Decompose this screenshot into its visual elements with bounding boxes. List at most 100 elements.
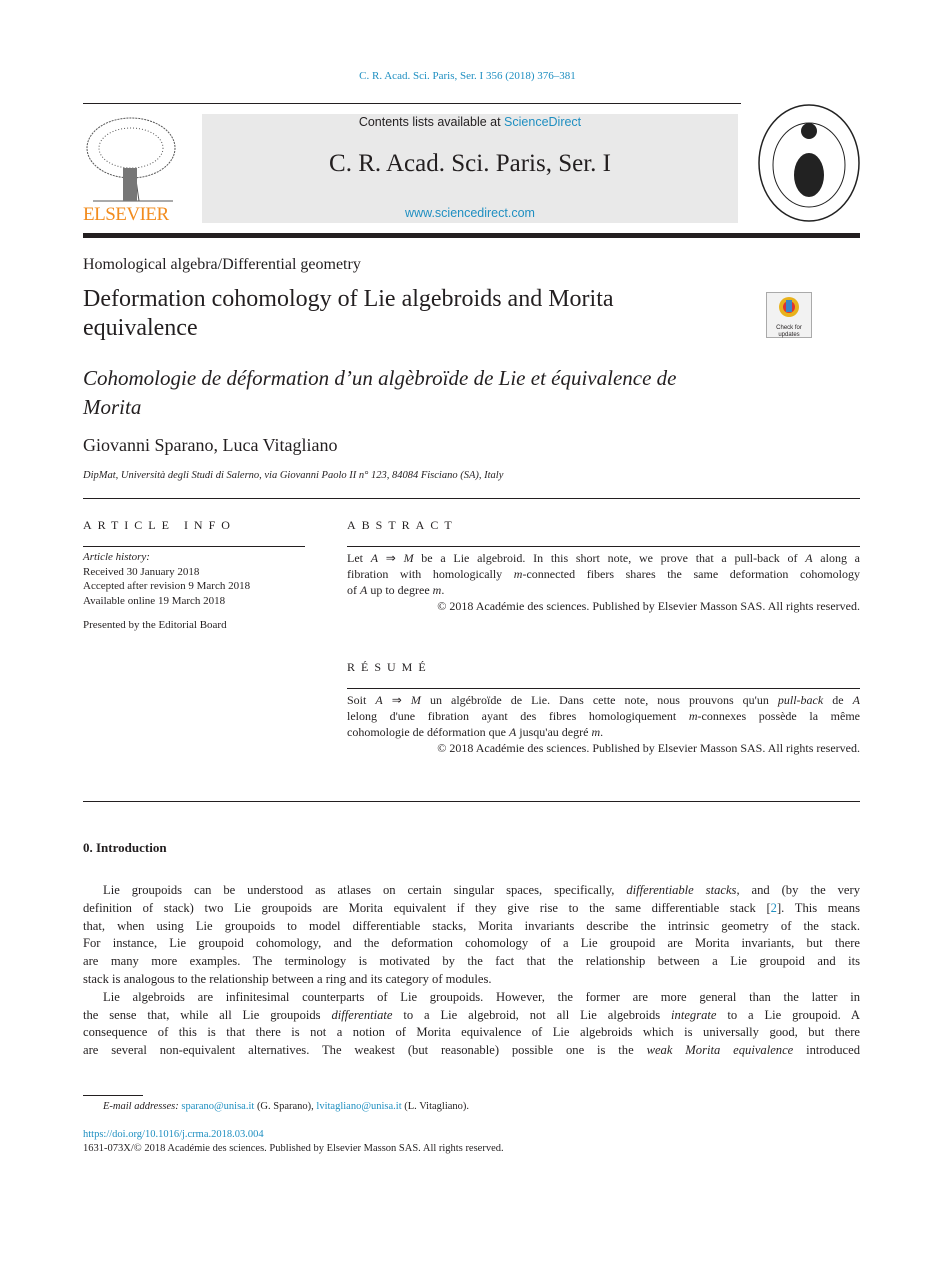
article-history: Article history: Received 30 January 201…	[83, 550, 250, 633]
elsevier-tree-logo	[86, 117, 176, 202]
title-line: Deformation cohomology of Lie algebroids…	[83, 286, 614, 312]
check-updates-label: Check for updates	[776, 325, 802, 338]
presented-by: Presented by the Editorial Board	[83, 619, 227, 631]
rights-statement: 1631-073X/© 2018 Académie des sciences. …	[83, 1143, 504, 1154]
italic-run: A	[852, 693, 860, 707]
text-run: , and (by the very	[736, 883, 861, 897]
text-run: lelong d'une fibration ayant des fibres …	[347, 709, 689, 723]
text-run: up to degree	[367, 583, 433, 597]
divider	[347, 546, 860, 547]
text-run: un algébroïde de Lie. Dans cette note, n…	[420, 693, 778, 707]
received-date: Received 30 January 2018	[83, 565, 200, 578]
italic-run: M	[403, 551, 414, 565]
sciencedirect-link[interactable]: ScienceDirect	[504, 115, 581, 129]
doi-link[interactable]: https://doi.org/10.1016/j.crma.2018.03.0…	[83, 1129, 264, 1140]
accepted-date: Accepted after revision 9 March 2018	[83, 580, 251, 592]
title-line: equivalence	[83, 315, 198, 341]
text-run: Let	[347, 551, 371, 565]
text-run: consequence of this is that there is not…	[83, 1025, 860, 1040]
history-label: Article history:	[83, 551, 150, 563]
text-run: Lie algebroids are infinitesimal counter…	[103, 989, 860, 1004]
email-label: E-mail addresses:	[103, 1101, 179, 1112]
text-run: ⇒	[378, 551, 404, 565]
italic-run: differentiable stacks	[626, 883, 737, 897]
text-line: Let A ⇒ M be a Lie algebroid. In this sh…	[347, 551, 860, 566]
text-run: stack is analogous to the relationship b…	[83, 972, 492, 986]
text-run: Soit	[347, 693, 376, 707]
text-run: .	[441, 583, 445, 597]
italic-run: integrate	[671, 1007, 717, 1022]
italic-run: A	[805, 551, 813, 565]
sciencedirect-url[interactable]: www.sciencedirect.com	[202, 206, 738, 220]
french-title-line: Morita	[83, 395, 142, 419]
text-run: to a Lie algebroid, not all Lie algebroi…	[392, 1007, 672, 1022]
affiliation: DipMat, Università degli Studi di Salern…	[83, 470, 504, 481]
email-link-sparano[interactable]: sparano@unisa.it	[181, 1101, 254, 1112]
section-label: Homological algebra/Differential geometr…	[83, 256, 361, 273]
online-date: Available online 19 March 2018	[83, 594, 226, 607]
text-run: are several non-equivalent alternatives.…	[83, 1043, 647, 1058]
text-run: are many more examples. The terminology …	[83, 954, 860, 969]
text-run: de	[823, 693, 853, 707]
italic-run: differentiate	[331, 1007, 393, 1022]
resume-heading: RÉSUMÉ	[347, 660, 432, 674]
article-info-heading: ARTICLE INFO	[83, 518, 236, 532]
journal-name: C. R. Acad. Sci. Paris, Ser. I	[329, 150, 611, 177]
divider	[347, 688, 860, 689]
text-line: of A up to degree m.	[347, 583, 860, 598]
italic-run: A	[370, 551, 379, 565]
author-name: (G. Sparano),	[254, 1101, 317, 1112]
text-run: the sense that, while all Lie groupoids	[83, 1007, 332, 1022]
footnote-rule	[83, 1095, 143, 1096]
italic-run: M	[410, 693, 421, 707]
text-line: that, when using Lie groupoids to model …	[83, 919, 860, 934]
text-line: are many more examples. The terminology …	[83, 954, 860, 969]
text-line: the sense that, while all Lie groupoids …	[83, 1008, 860, 1023]
french-title-line: Cohomologie de déformation d’un algèbroï…	[83, 366, 677, 390]
text-line: definition of stack) two Lie groupoids a…	[83, 901, 860, 916]
abstract-copyright: © 2018 Académie des sciences. Published …	[437, 599, 860, 613]
french-title: Cohomologie de déformation d’un algèbroï…	[83, 364, 677, 422]
divider	[83, 801, 860, 802]
text-run: .	[600, 725, 604, 739]
text-run: For instance, Lie groupoid cohomology, a…	[83, 936, 860, 951]
divider	[83, 546, 305, 547]
text-line: stack is analogous to the relationship b…	[83, 972, 860, 987]
check-for-updates-button[interactable]: Check for updates	[766, 292, 812, 338]
text-run: ]. This means	[776, 900, 860, 915]
author-name: (L. Vitagliano).	[401, 1101, 470, 1112]
text-line: Lie groupoids can be understood as atlas…	[103, 883, 860, 898]
italic-run: weak Morita equivalence	[646, 1043, 794, 1058]
text-run: cohomologie de déformation que	[347, 725, 509, 739]
text-line: Soit A ⇒ M un algébroïde de Lie. Dans ce…	[347, 693, 860, 708]
text-run: introduced	[793, 1043, 860, 1058]
text-run: jusqu'au degré	[516, 725, 592, 739]
italic-run: pull-back	[777, 693, 824, 707]
journal-citation[interactable]: C. R. Acad. Sci. Paris, Ser. I 356 (2018…	[0, 70, 935, 82]
email-footnote: E-mail addresses: sparano@unisa.it (G. S…	[103, 1101, 469, 1112]
contents-text: Contents lists available at	[358, 115, 505, 129]
text-line: fibration with homologically m-connected…	[347, 567, 860, 582]
text-line: consequence of this is that there is not…	[83, 1025, 860, 1040]
text-run: that, when using Lie groupoids to model …	[83, 918, 860, 933]
text-run: be a Lie algebroid. In this short note, …	[413, 551, 806, 565]
elsevier-wordmark: ELSEVIER	[83, 204, 169, 226]
publisher-logo-text: ELSEVIER	[83, 204, 169, 225]
bookmark-icon	[779, 297, 799, 317]
text-run: along a	[812, 551, 860, 565]
text-run: Lie groupoids can be understood as atlas…	[103, 883, 627, 897]
email-link-vitagliano[interactable]: lvitagliano@unisa.it	[316, 1101, 401, 1112]
text-line: For instance, Lie groupoid cohomology, a…	[83, 936, 860, 951]
authors: Giovanni Sparano, Luca Vitagliano	[83, 435, 338, 455]
article-title: Deformation cohomology of Lie algebroids…	[83, 285, 614, 343]
paper-page: C. R. Acad. Sci. Paris, Ser. I 356 (2018…	[0, 0, 935, 1266]
abstract-heading: ABSTRACT	[347, 518, 458, 532]
text-line: lelong d'une fibration ayant des fibres …	[347, 709, 860, 724]
text-run: to a Lie groupoid. A	[716, 1007, 860, 1022]
text-run: ⇒	[382, 693, 411, 707]
text-run: fibration with homologically	[347, 567, 514, 581]
text-line: Lie algebroids are infinitesimal counter…	[103, 990, 860, 1005]
italic-run: A	[375, 693, 383, 707]
text-run: definition of stack) two Lie groupoids a…	[83, 900, 771, 915]
masthead-rule	[83, 233, 860, 238]
